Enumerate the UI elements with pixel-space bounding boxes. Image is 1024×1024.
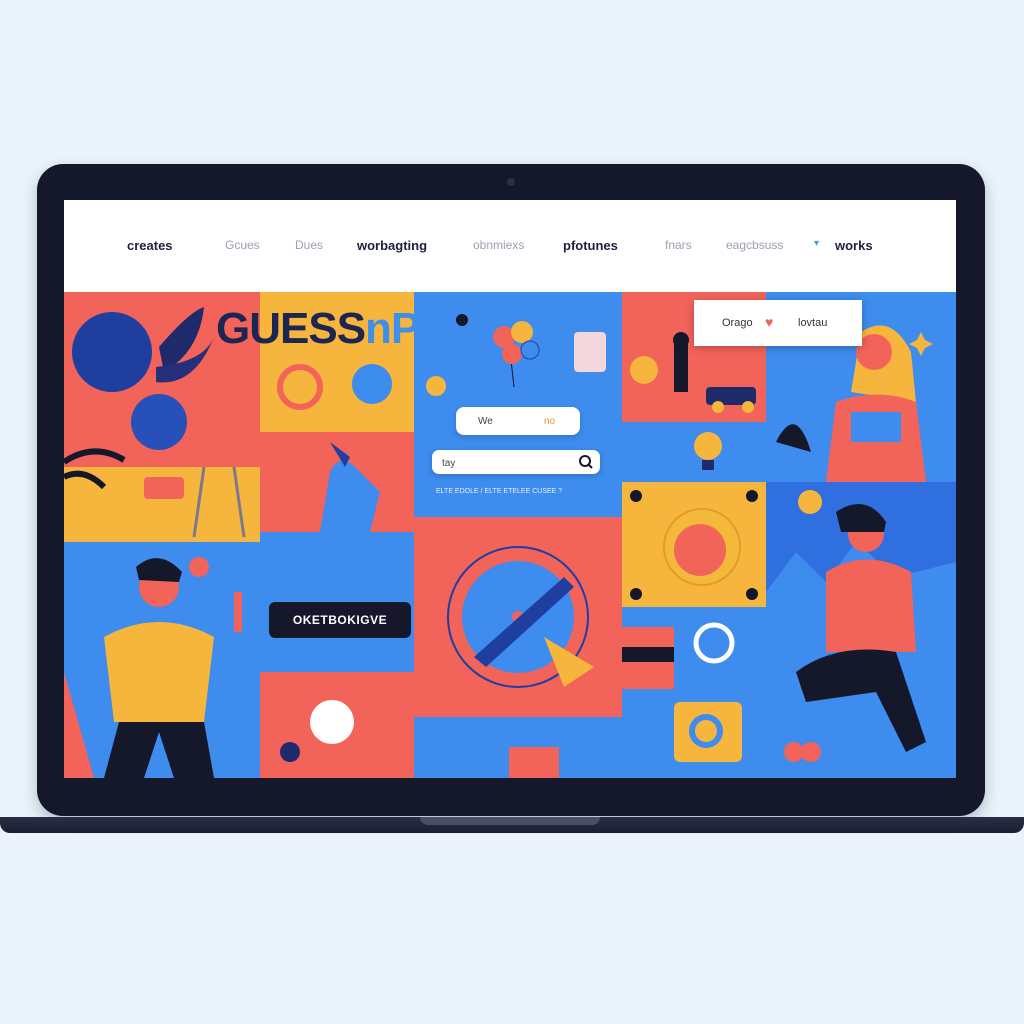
lightbulb-icon bbox=[694, 432, 722, 470]
tile-blue-search bbox=[414, 292, 622, 517]
laptop-notch bbox=[420, 817, 600, 825]
hero-collage: GUESSnP We no ELTE EDOLE / ELTE ETELEE C… bbox=[64, 292, 956, 778]
popup-right-label: lovtau bbox=[798, 317, 828, 329]
popup-card[interactable]: Orago ♥ lovtau bbox=[694, 300, 862, 346]
tile-yellow-ladder bbox=[64, 467, 260, 542]
browser-screen: creates Gcues Dues worbagting obnmiexs p… bbox=[64, 200, 956, 778]
top-nav: creates Gcues Dues worbagting obnmiexs p… bbox=[64, 200, 956, 293]
heart-icon[interactable]: ♥ bbox=[765, 314, 773, 330]
search-icon[interactable] bbox=[578, 454, 594, 470]
pill-right-text: no bbox=[544, 416, 556, 427]
pill-left-text: We bbox=[478, 416, 493, 427]
laptop-lid: creates Gcues Dues worbagting obnmiexs p… bbox=[37, 164, 985, 816]
tile-blue-cube bbox=[622, 607, 766, 778]
nav-item-obnmiexs[interactable]: obnmiexs bbox=[473, 238, 524, 252]
nav-item-creates[interactable]: creates bbox=[127, 238, 173, 253]
tile-blue-bulb bbox=[622, 422, 766, 482]
apple-icon bbox=[630, 490, 758, 600]
tile-blue-man bbox=[64, 542, 260, 778]
cta-button[interactable]: OKETBOKIGVE bbox=[269, 602, 411, 638]
dial-icon bbox=[447, 546, 594, 688]
nav-item-eagcbsuss[interactable]: eagcbsuss bbox=[726, 238, 783, 252]
search-input[interactable] bbox=[440, 454, 574, 472]
nav-item-fnars[interactable]: fnars bbox=[665, 238, 692, 252]
tile-blue-cta bbox=[260, 532, 414, 778]
nav-item-dues[interactable]: Dues bbox=[295, 238, 323, 252]
tile-coral-dog bbox=[260, 432, 414, 532]
bubbles-icon bbox=[260, 672, 414, 778]
man-illustration-icon bbox=[64, 557, 242, 778]
tile-blue-gift bbox=[414, 717, 622, 778]
chevron-down-icon: ▾ bbox=[814, 238, 820, 249]
dog-illustration-icon bbox=[320, 442, 380, 532]
ladder-icon bbox=[64, 467, 246, 538]
popup-left-label: Orago bbox=[722, 317, 753, 329]
tile-coral-dial bbox=[414, 517, 622, 717]
q-logo-icon bbox=[622, 622, 742, 762]
tile-blue-man-seated bbox=[766, 482, 956, 778]
camera-icon bbox=[507, 178, 515, 186]
search-caption: ELTE EDOLE / ELTE ETELEE CUSEE ? bbox=[436, 488, 563, 495]
input-pill[interactable]: We no bbox=[456, 407, 580, 435]
gift-icon bbox=[509, 747, 559, 778]
nav-item-worbagting[interactable]: worbagting bbox=[357, 238, 427, 253]
balloons-icon bbox=[426, 314, 606, 396]
nav-item-gcues[interactable]: Gcues bbox=[225, 238, 260, 252]
nav-item-pfotunes[interactable]: pfotunes bbox=[563, 238, 618, 253]
tile-yellow-apple bbox=[622, 482, 766, 607]
man-seated-illustration-icon bbox=[766, 490, 956, 778]
brand-title: GUESSnP bbox=[216, 304, 420, 353]
nav-item-works[interactable]: works bbox=[835, 238, 873, 253]
search-bar[interactable] bbox=[432, 450, 600, 474]
